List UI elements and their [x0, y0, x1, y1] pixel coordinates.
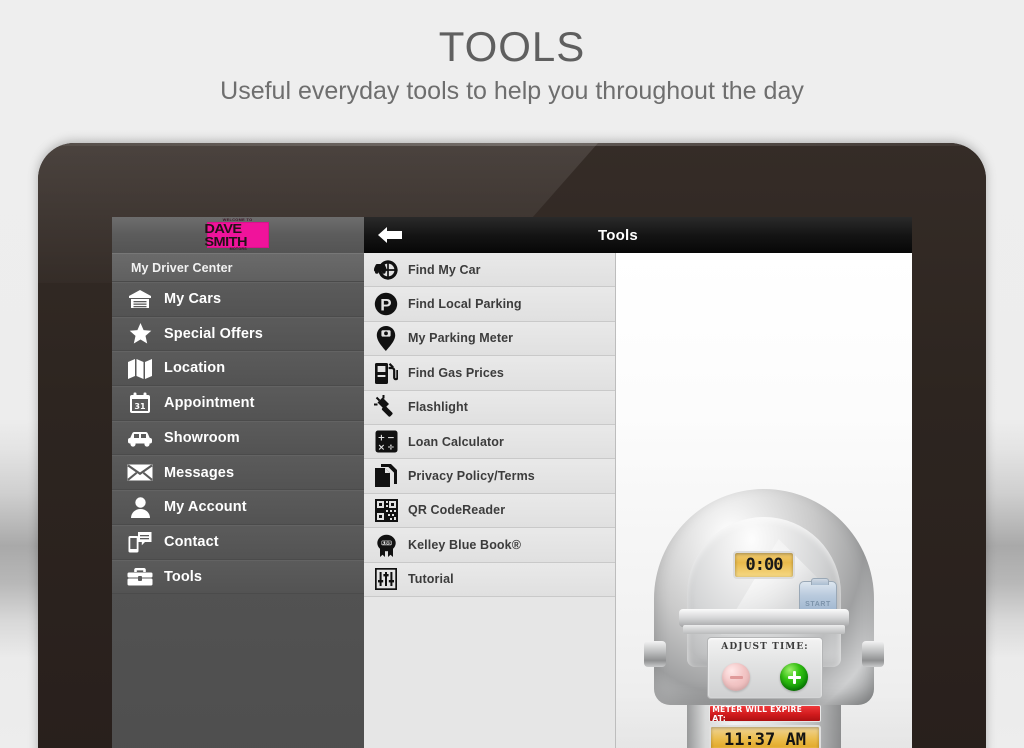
plus-icon-vertical [792, 670, 796, 684]
meter-expire-time-value: 11:37 AM [724, 730, 806, 748]
sidebar-item-messages[interactable]: Messages [112, 455, 364, 491]
tool-item-find-my-car[interactable]: Find My Car [364, 253, 615, 288]
parking-p-icon: P [373, 291, 399, 317]
tool-item-label: Privacy Policy/Terms [408, 469, 535, 484]
sidebar-item-label: Tools [164, 568, 203, 585]
person-icon [125, 495, 155, 519]
page-title: TOOLS [438, 23, 586, 70]
meter-knob-left [644, 641, 666, 667]
parking-meter-icon [373, 325, 399, 351]
tool-item-label: Find Gas Prices [408, 365, 504, 380]
sidebar-item-contact[interactable]: Contact [112, 524, 364, 560]
meter-increase-button[interactable] [780, 663, 808, 691]
sliders-icon [373, 566, 399, 592]
dave-smith-logo: WELCOME TO DAVE SMITH MOTORS [204, 218, 269, 251]
tools-list: Find My Car P Find Local Parking My Park… [364, 253, 616, 748]
svg-text:÷: ÷ [387, 443, 395, 453]
sidebar-item-label: Appointment [164, 395, 255, 412]
flashlight-icon [373, 394, 399, 420]
detail-pane: 0:00 START ADJUST TIME: METER WILL EXPIR… [616, 253, 912, 748]
calculator-icon: + − × ÷ [373, 429, 399, 455]
logo-main-text: DAVE SMITH [204, 221, 247, 249]
tool-item-label: My Parking Meter [408, 331, 514, 346]
tool-item-flashlight[interactable]: Flashlight [364, 390, 615, 425]
qr-code-icon [373, 497, 399, 523]
sidebar-item-label: My Cars [164, 291, 222, 308]
minus-icon [729, 675, 743, 679]
envelope-icon [125, 461, 155, 485]
tablet-screen: WELCOME TO DAVE SMITH MOTORS Tools My Dr… [112, 217, 912, 748]
tool-item-qr-code-reader[interactable]: QR CodeReader [364, 493, 615, 529]
svg-text:P: P [380, 296, 391, 315]
sidebar-item-label: Location [164, 360, 226, 377]
sidebar-item-showroom[interactable]: Showroom [112, 420, 364, 456]
sidebar-item-location[interactable]: Location [112, 351, 364, 387]
meter-knob-right [862, 641, 884, 667]
page-header: TOOLS Useful everyday tools to help you … [0, 0, 1024, 108]
tablet-device-frame: WELCOME TO DAVE SMITH MOTORS Tools My Dr… [38, 143, 986, 748]
sidebar-item-my-account[interactable]: My Account [112, 490, 364, 525]
sidebar-item-appointment[interactable]: 31 Appointment [112, 386, 364, 421]
map-icon [125, 357, 155, 381]
screen-body: My Driver Center My Cars Special Offers [112, 253, 912, 748]
meter-expire-banner-label: METER WILL EXPIRE AT: [712, 704, 803, 723]
tool-item-kelley-blue-book[interactable]: KBB Kelley Blue Book® [364, 528, 615, 563]
toolbox-icon [125, 565, 155, 589]
logo-bar: WELCOME TO DAVE SMITH MOTORS [112, 217, 364, 253]
sidebar: My Driver Center My Cars Special Offers [112, 253, 364, 748]
sidebar-header: My Driver Center [112, 253, 364, 282]
meter-collar-lower [683, 625, 845, 634]
tool-item-label: Loan Calculator [408, 434, 504, 449]
phone-chat-icon [125, 530, 155, 554]
calendar-icon: 31 [125, 391, 155, 415]
screen-top-bar: WELCOME TO DAVE SMITH MOTORS Tools [112, 217, 912, 253]
meter-start-label: START [805, 601, 831, 608]
sidebar-item-tools[interactable]: Tools [112, 559, 364, 595]
star-icon [125, 322, 155, 346]
kbb-badge-icon: KBB [373, 532, 399, 558]
sidebar-item-my-cars[interactable]: My Cars [112, 282, 364, 317]
meter-adjust-panel: ADJUST TIME: [707, 637, 823, 699]
tool-item-loan-calculator[interactable]: + − × ÷ Loan Calculator [364, 424, 615, 460]
tool-item-find-local-parking[interactable]: P Find Local Parking [364, 287, 615, 322]
tool-item-privacy-policy-terms[interactable]: Privacy Policy/Terms [364, 459, 615, 494]
tool-item-label: QR CodeReader [408, 503, 506, 518]
tool-item-find-gas-prices[interactable]: Find Gas Prices [364, 356, 615, 391]
gas-pump-icon [373, 360, 399, 386]
documents-icon [373, 463, 399, 489]
sidebar-item-special-offers[interactable]: Special Offers [112, 316, 364, 352]
navbar-title: Tools [598, 226, 638, 244]
page-subtitle: Useful everyday tools to help you throug… [220, 77, 804, 105]
tool-item-tutorial[interactable]: Tutorial [364, 562, 615, 597]
meter-decrease-button[interactable] [722, 663, 750, 691]
logo-bottom-line: MOTORS [229, 247, 247, 251]
tool-item-label: Flashlight [408, 400, 469, 415]
sidebar-item-label: Messages [164, 464, 235, 481]
car-compass-icon [373, 257, 399, 283]
svg-text:×: × [377, 443, 385, 453]
meter-expire-banner: METER WILL EXPIRE AT: [709, 704, 821, 723]
meter-countdown-value: 0:00 [745, 555, 784, 575]
svg-text:−: − [387, 434, 395, 444]
tool-item-label: Tutorial [408, 572, 454, 587]
tools-list-empty-area [364, 596, 615, 748]
sidebar-item-label: My Account [164, 499, 247, 516]
svg-text:+: + [377, 434, 385, 444]
sidebar-item-label: Showroom [164, 429, 240, 446]
sidebar-item-label: Special Offers [164, 325, 263, 342]
tool-item-label: Kelley Blue Book® [408, 537, 522, 552]
svg-text:KBB: KBB [381, 540, 391, 545]
car-icon [125, 426, 155, 450]
navigation-bar: Tools [364, 217, 912, 253]
svg-text:31: 31 [134, 402, 146, 411]
parking-meter-graphic: 0:00 START ADJUST TIME: METER WILL EXPIR… [639, 489, 889, 748]
meter-adjust-label: ADJUST TIME: [721, 642, 809, 652]
tool-item-label: Find My Car [408, 262, 481, 277]
meter-countdown-display: 0:00 [733, 551, 795, 579]
tool-item-my-parking-meter[interactable]: My Parking Meter [364, 321, 615, 357]
sidebar-item-label: Contact [164, 533, 219, 550]
garage-icon [125, 287, 155, 311]
meter-expire-time-display: 11:37 AM [709, 725, 821, 748]
tool-item-label: Find Local Parking [408, 297, 522, 312]
